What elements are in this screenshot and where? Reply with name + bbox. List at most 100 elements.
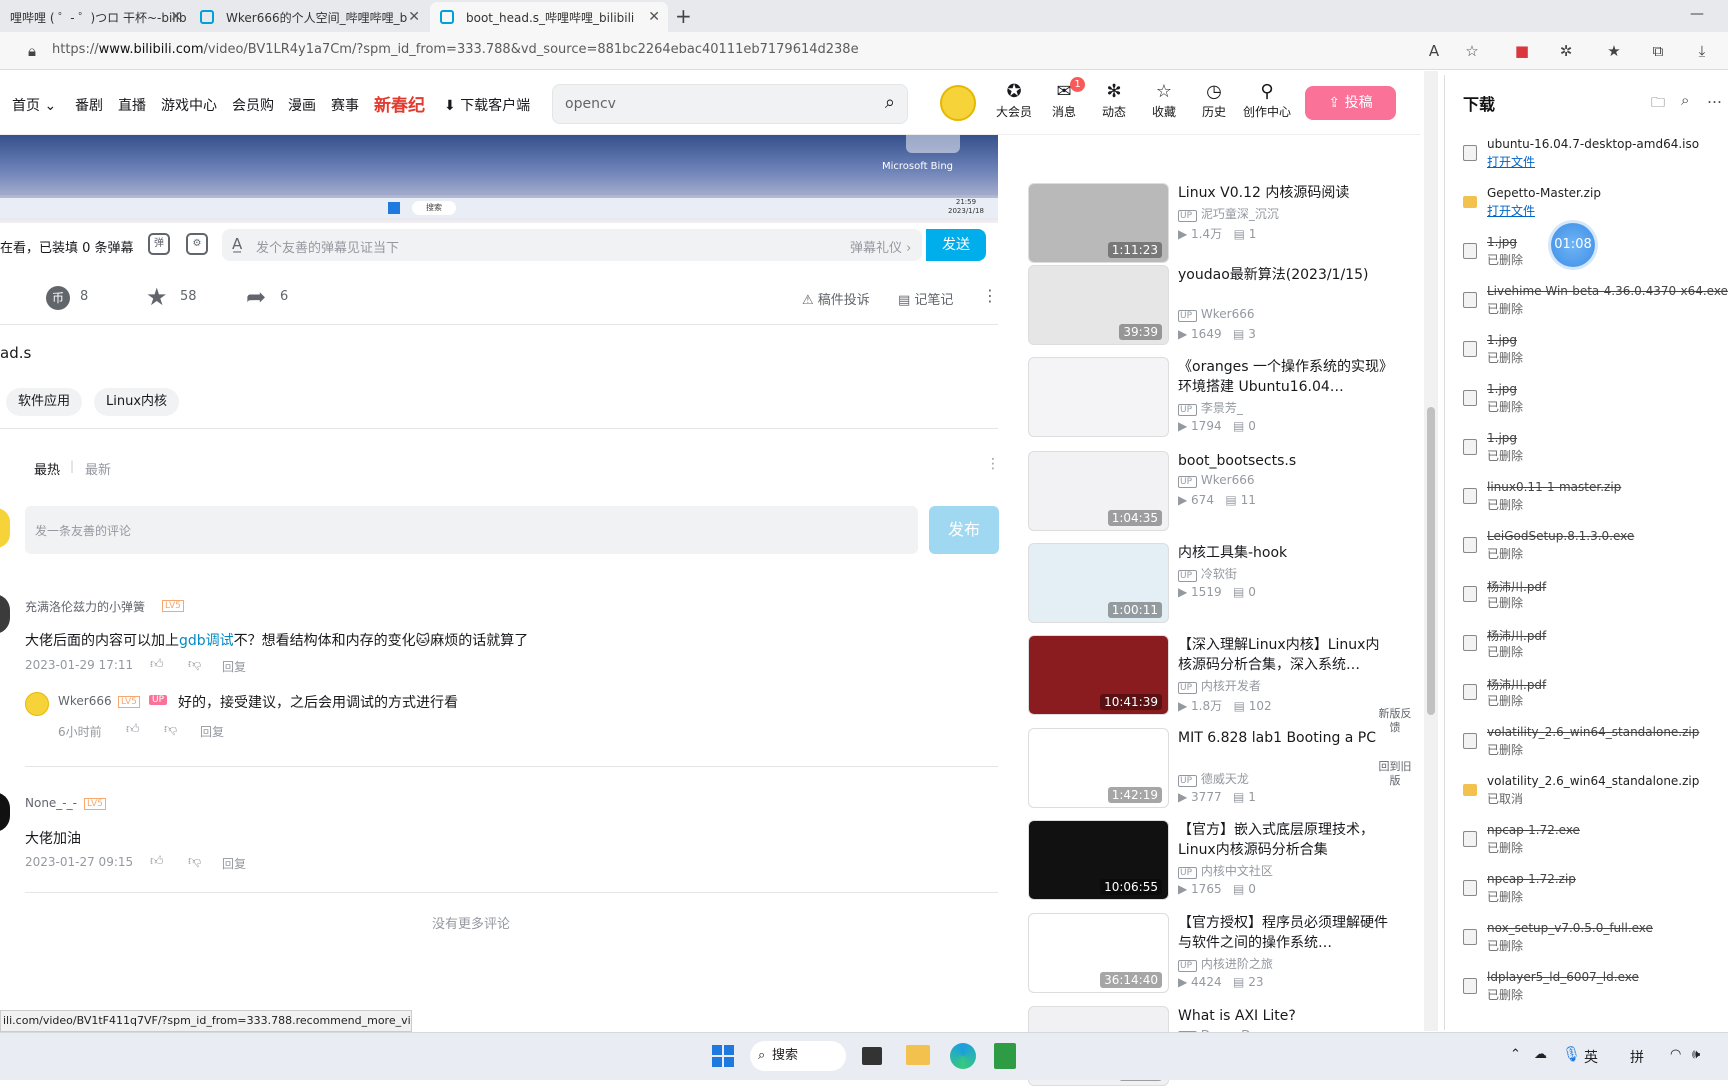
- close-icon[interactable]: ✕: [648, 9, 660, 25]
- more-icon[interactable]: ⋮: [982, 286, 998, 305]
- vip-button[interactable]: ✪ 大会员: [992, 81, 1036, 120]
- download-item[interactable]: 1.jpg 已删除: [1445, 331, 1728, 377]
- taskbar-search[interactable]: ⌕ 搜索: [750, 1041, 846, 1071]
- recommend-title[interactable]: 【官方】嵌入式底层原理技术，Linux内核源码分析合集: [1178, 820, 1390, 860]
- recommend-title[interactable]: youdao最新算法(2023/1/15): [1178, 265, 1390, 285]
- open-folder-icon[interactable]: 🗀︎: [1651, 92, 1665, 116]
- dislike-icon[interactable]: 👎︎: [188, 854, 201, 869]
- recommend-title[interactable]: Linux V0.12 内核源码阅读: [1178, 183, 1390, 203]
- sort-new[interactable]: 最新: [85, 459, 111, 478]
- download-client-link[interactable]: ⬇︎ 下载客户端: [444, 95, 530, 115]
- reply-button[interactable]: 回复: [200, 723, 224, 740]
- cloud-icon[interactable]: ☁: [1534, 1047, 1547, 1062]
- recommend-title[interactable]: MIT 6.828 lab1 Booting a PC: [1178, 728, 1390, 748]
- dislike-icon[interactable]: 👎︎: [164, 722, 177, 737]
- recommend-item[interactable]: 10:06:55 【官方】嵌入式底层原理技术，Linux内核源码分析合集 UP 内核…: [1028, 820, 1388, 904]
- recommend-item[interactable]: 1:42:19 MIT 6.828 lab1 Booting a PC UP 德威天…: [1028, 728, 1388, 812]
- read-aloud-icon[interactable]: A: [1424, 41, 1444, 61]
- close-icon[interactable]: ✕: [170, 9, 182, 25]
- new-tab-button[interactable]: +: [675, 4, 692, 28]
- recommend-title[interactable]: 【官方授权】程序员必须理解硬件与软件之间的操作系统…: [1178, 913, 1390, 953]
- download-item[interactable]: nox_setup_v7.0.5.0_full.exe 已删除: [1445, 919, 1728, 965]
- video-thumbnail[interactable]: 1:00:11: [1028, 543, 1169, 623]
- download-item[interactable]: Gepetto-Master.zip 打开文件: [1445, 184, 1728, 230]
- download-item[interactable]: linux0.11-1-master.zip 已删除: [1445, 478, 1728, 524]
- video-thumbnail[interactable]: [1028, 357, 1169, 437]
- recording-timer[interactable]: 01:08: [1551, 223, 1595, 267]
- download-item[interactable]: ubuntu-16.04.7-desktop-amd64.iso 打开文件: [1445, 135, 1728, 181]
- sort-hot[interactable]: 最热: [34, 459, 60, 478]
- avatar[interactable]: [940, 85, 976, 121]
- video-thumbnail[interactable]: 36:14:40: [1028, 913, 1169, 993]
- send-danmaku-button[interactable]: 发送: [926, 229, 986, 261]
- download-item[interactable]: 杨沛川.pdf 已删除: [1445, 576, 1728, 622]
- recommend-uploader[interactable]: UP 冷软街: [1178, 565, 1237, 582]
- video-thumbnail[interactable]: 39:39: [1028, 265, 1169, 345]
- danmaku-settings-icon[interactable]: ⚙: [186, 233, 208, 255]
- nav-manga[interactable]: 漫画: [288, 95, 316, 115]
- more-options-icon[interactable]: …: [1707, 89, 1722, 107]
- upload-button[interactable]: ⇪ 投稿: [1305, 86, 1396, 120]
- reply-button[interactable]: 回复: [222, 855, 246, 872]
- microphone-icon[interactable]: 🎙︎: [1562, 1045, 1581, 1063]
- file-explorer-icon[interactable]: [906, 1045, 930, 1065]
- open-file-link[interactable]: 打开文件: [1487, 202, 1535, 219]
- recommend-uploader[interactable]: UP 内核开发者: [1178, 677, 1261, 694]
- video-thumbnail[interactable]: 1:42:19: [1028, 728, 1169, 808]
- video-thumbnail[interactable]: 10:06:55: [1028, 820, 1169, 900]
- danmaku-etiquette-link[interactable]: 弹幕礼仪 ›: [850, 237, 911, 256]
- favorite-icon[interactable]: ★: [146, 283, 168, 311]
- dynamics-button[interactable]: ✻ 动态: [1092, 81, 1136, 120]
- favorites-icon[interactable]: ★: [1604, 41, 1624, 61]
- open-file-link[interactable]: 打开文件: [1487, 153, 1535, 170]
- spring-festival-link[interactable]: 新春纪: [374, 91, 425, 116]
- recommend-uploader[interactable]: UP 李景芳_: [1178, 399, 1243, 416]
- extension-icon[interactable]: ■: [1512, 41, 1532, 61]
- search-downloads-icon[interactable]: ⌕: [1681, 91, 1689, 109]
- recommend-item[interactable]: 1:11:23 Linux V0.12 内核源码阅读 UP 泥巧童深_沉沉 ▶ 1.4…: [1028, 183, 1388, 267]
- old-version-button[interactable]: 回到旧版: [1378, 760, 1412, 796]
- browser-tab-active[interactable]: boot_head.s_哔哩哔哩_bilibili ✕: [430, 2, 668, 32]
- volume-icon[interactable]: 🕪︎: [1692, 1047, 1700, 1062]
- puzzle-icon[interactable]: ✲: [1556, 41, 1576, 61]
- recommend-title[interactable]: 【深入理解Linux内核】Linux内核源码分析合集，深入系统…: [1178, 635, 1390, 675]
- danmaku-toggle-icon[interactable]: 弹: [148, 233, 170, 255]
- recommend-uploader[interactable]: UP 德威天龙: [1178, 770, 1249, 787]
- app-icon[interactable]: [994, 1043, 1016, 1069]
- download-filename[interactable]: volatility_2.6_win64_standalone.zip: [1487, 774, 1699, 788]
- share-icon[interactable]: ➦: [246, 283, 266, 311]
- tag-software[interactable]: 软件应用: [6, 388, 83, 416]
- download-item[interactable]: 1.jpg 已删除: [1445, 429, 1728, 475]
- wifi-icon[interactable]: ◠: [1670, 1047, 1681, 1062]
- download-item[interactable]: 1.jpg 已删除: [1445, 380, 1728, 426]
- download-item[interactable]: LeiGodSetup.8.1.3.0.exe 已删除: [1445, 527, 1728, 573]
- download-item[interactable]: Livehime-Win-beta-4.36.0.4370-x64.exe 已删除: [1445, 282, 1728, 328]
- windows-start-icon[interactable]: [712, 1045, 734, 1067]
- like-icon[interactable]: 👍︎: [150, 657, 164, 672]
- video-thumbnail[interactable]: 10:41:39: [1028, 635, 1169, 715]
- tag-linux-kernel[interactable]: Linux内核: [94, 388, 180, 416]
- recommend-title[interactable]: 内核工具集-hook: [1178, 543, 1390, 563]
- browser-tab[interactable]: 哩哔哩 ( ゜- ゜)つロ 干杯~-bilib ✕: [0, 2, 190, 32]
- notes-button[interactable]: ▤ 记笔记: [898, 289, 953, 308]
- recommend-uploader[interactable]: UP 泥巧童深_沉沉: [1178, 205, 1279, 222]
- nav-anime[interactable]: 番剧: [75, 95, 103, 115]
- nav-home[interactable]: 首页 ⌄: [12, 95, 56, 115]
- recommend-item[interactable]: 39:39 youdao最新算法(2023/1/15) UP Wker666 ▶ 16…: [1028, 265, 1388, 349]
- search-input[interactable]: opencv: [565, 96, 616, 112]
- nav-game-center[interactable]: 游戏中心: [161, 95, 217, 115]
- task-view-icon[interactable]: [862, 1047, 882, 1065]
- favorites-button[interactable]: ☆ 收藏: [1142, 81, 1186, 120]
- nav-shop[interactable]: 会员购: [232, 95, 274, 115]
- download-item[interactable]: 杨沛川.pdf 已删除: [1445, 674, 1728, 720]
- like-icon[interactable]: 👍︎: [150, 854, 164, 869]
- download-filename[interactable]: ubuntu-16.04.7-desktop-amd64.iso: [1487, 137, 1699, 151]
- lock-icon[interactable]: 🔒︎: [22, 41, 42, 61]
- recommend-item[interactable]: 《oranges 一个操作系统的实现》环境搭建 Ubuntu16.04… UP 李…: [1028, 357, 1388, 441]
- minimize-icon[interactable]: —: [1690, 6, 1704, 22]
- browser-tab[interactable]: Wker666的个人空间_哔哩哔哩_b ✕: [190, 2, 428, 32]
- search-icon[interactable]: ⌕: [885, 92, 895, 113]
- comment-user[interactable]: None_-_-: [25, 796, 77, 810]
- download-item[interactable]: npcap-1.72.zip 已删除: [1445, 870, 1728, 916]
- search-box[interactable]: opencv ⌕: [552, 84, 908, 124]
